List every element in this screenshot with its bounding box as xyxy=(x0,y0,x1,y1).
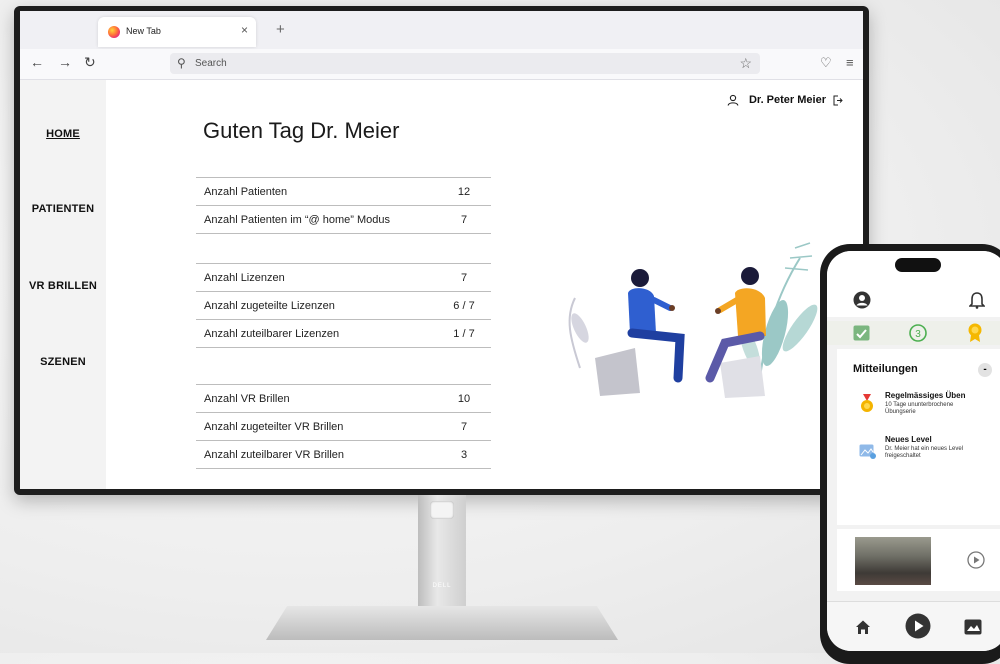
user-menu[interactable]: Dr. Peter Meier xyxy=(727,94,843,106)
monitor-brand-logo: DELL xyxy=(432,583,452,589)
image-plus-icon xyxy=(859,444,876,459)
video-card[interactable] xyxy=(837,529,1000,591)
sidebar: HOME PATIENTEN VR BRILLEN SZENEN xyxy=(20,80,106,489)
stat-row: Anzahl zuteilbarer Lizenzen 1 / 7 xyxy=(196,320,491,348)
stat-value: 10 xyxy=(457,393,471,405)
search-placeholder: Search xyxy=(195,58,227,69)
level-badge-icon[interactable]: 3 xyxy=(909,324,927,342)
notification-title: Regelmässiges Üben xyxy=(885,391,966,400)
close-tab-icon[interactable]: × xyxy=(241,23,248,37)
stat-value: 1 / 7 xyxy=(453,328,475,340)
smartphone: 3 Mitteilungen - Regelmässiges Üben 10 T… xyxy=(820,244,1000,664)
stats-patients: Anzahl Patienten 12 Anzahl Patienten im … xyxy=(196,177,491,234)
stats-licenses: Anzahl Lizenzen 7 Anzahl zugeteilte Lize… xyxy=(196,263,491,348)
phone-bottom-nav xyxy=(827,601,1000,651)
sidebar-item-vr-brillen[interactable]: VR BRILLEN xyxy=(20,280,106,292)
stat-row: Anzahl Lizenzen 7 xyxy=(196,264,491,292)
browser-window: New Tab × + ← → ↻ ⚲ Search ☆ ♡ ≡ HOME PA… xyxy=(20,11,863,489)
user-icon xyxy=(727,94,739,106)
nav-bar: ← → ↻ ⚲ Search ☆ ♡ ≡ xyxy=(20,49,863,80)
stat-value: 7 xyxy=(460,214,468,226)
play-icon[interactable] xyxy=(905,613,931,639)
monitor-stand-neck: DELL xyxy=(418,495,466,613)
stat-value: 7 xyxy=(460,421,468,433)
search-icon: ⚲ xyxy=(177,56,186,70)
stat-value: 7 xyxy=(460,272,468,284)
new-tab-button[interactable]: + xyxy=(276,21,285,38)
browser-tab[interactable]: New Tab × xyxy=(98,17,256,47)
play-circle-icon[interactable] xyxy=(967,551,985,569)
bookmark-star-icon[interactable]: ☆ xyxy=(739,55,752,72)
conversation-illustration xyxy=(568,242,818,398)
stat-label: Anzahl Patienten im “@ home” Modus xyxy=(204,214,391,226)
stat-row: Anzahl zuteilbarer VR Brillen 3 xyxy=(196,441,491,469)
reload-icon[interactable]: ↻ xyxy=(84,54,96,71)
collapse-button[interactable]: - xyxy=(978,363,992,377)
pocket-icon[interactable]: ♡ xyxy=(820,55,832,71)
stat-label: Anzahl zuteilbarer Lizenzen xyxy=(204,328,340,340)
stat-label: Anzahl VR Brillen xyxy=(204,393,290,405)
stat-label: Anzahl Lizenzen xyxy=(204,272,285,284)
level-number: 3 xyxy=(915,329,921,340)
tab-bar: New Tab × + xyxy=(20,11,863,49)
cable-slot xyxy=(430,501,454,519)
tab-title: New Tab xyxy=(126,26,161,36)
home-icon[interactable] xyxy=(855,619,871,635)
web-page: HOME PATIENTEN VR BRILLEN SZENEN Dr. Pet… xyxy=(20,80,863,489)
image-check-icon[interactable] xyxy=(853,325,870,341)
notification-text: Dr. Meier hat ein neues Level freigescha… xyxy=(885,446,964,459)
stat-label: Anzahl zugeteilter VR Brillen xyxy=(204,421,344,433)
stat-row: Anzahl Patienten 12 xyxy=(196,178,491,206)
notification-title: Neues Level xyxy=(885,435,932,444)
user-name: Dr. Peter Meier xyxy=(748,94,826,106)
stat-value: 3 xyxy=(460,449,468,461)
forward-arrow-icon[interactable]: → xyxy=(58,54,72,70)
award-icon[interactable] xyxy=(967,323,983,343)
video-thumbnail[interactable] xyxy=(855,537,931,585)
sidebar-item-patienten[interactable]: PATIENTEN xyxy=(20,203,106,215)
logout-icon[interactable] xyxy=(832,95,843,106)
sidebar-item-szenen[interactable]: SZENEN xyxy=(20,356,106,368)
monitor-stand-base xyxy=(266,606,618,640)
medal-icon xyxy=(861,394,873,412)
notifications-title: Mitteilungen xyxy=(853,363,918,375)
menu-icon[interactable]: ≡ xyxy=(846,55,854,70)
stat-row: Anzahl zugeteilter VR Brillen 7 xyxy=(196,413,491,441)
stat-value: 12 xyxy=(457,186,471,198)
achievement-bar: 3 xyxy=(827,321,1000,345)
stat-label: Anzahl zugeteilte Lizenzen xyxy=(204,300,335,312)
stat-row: Anzahl Patienten im “@ home” Modus 7 xyxy=(196,206,491,234)
stats-vr-glasses: Anzahl VR Brillen 10 Anzahl zugeteilter … xyxy=(196,384,491,469)
sidebar-item-home[interactable]: HOME xyxy=(20,128,106,140)
phone-notch xyxy=(895,258,941,272)
bell-icon[interactable] xyxy=(969,291,985,309)
phone-screen: 3 Mitteilungen - Regelmässiges Üben 10 T… xyxy=(827,251,1000,651)
profile-icon[interactable] xyxy=(853,291,871,309)
stat-label: Anzahl zuteilbarer VR Brillen xyxy=(204,449,345,461)
firefox-icon xyxy=(108,26,120,38)
stat-label: Anzahl Patienten xyxy=(204,186,288,198)
notifications-card: Mitteilungen - Regelmässiges Üben 10 Tag… xyxy=(837,349,1000,525)
back-arrow-icon[interactable]: ← xyxy=(30,54,44,70)
monitor: New Tab × + ← → ↻ ⚲ Search ☆ ♡ ≡ HOME PA… xyxy=(14,6,869,495)
search-input[interactable]: ⚲ Search ☆ xyxy=(170,53,760,74)
stat-row: Anzahl VR Brillen 10 xyxy=(196,385,491,413)
stat-value: 6 / 7 xyxy=(453,300,475,312)
gallery-icon[interactable] xyxy=(964,619,982,635)
phone-header xyxy=(827,251,1000,317)
notification-text: 10 Tage ununterbrochene Übungserie xyxy=(885,402,954,415)
page-title: Guten Tag Dr. Meier xyxy=(203,118,400,143)
stat-row: Anzahl zugeteilte Lizenzen 6 / 7 xyxy=(196,292,491,320)
